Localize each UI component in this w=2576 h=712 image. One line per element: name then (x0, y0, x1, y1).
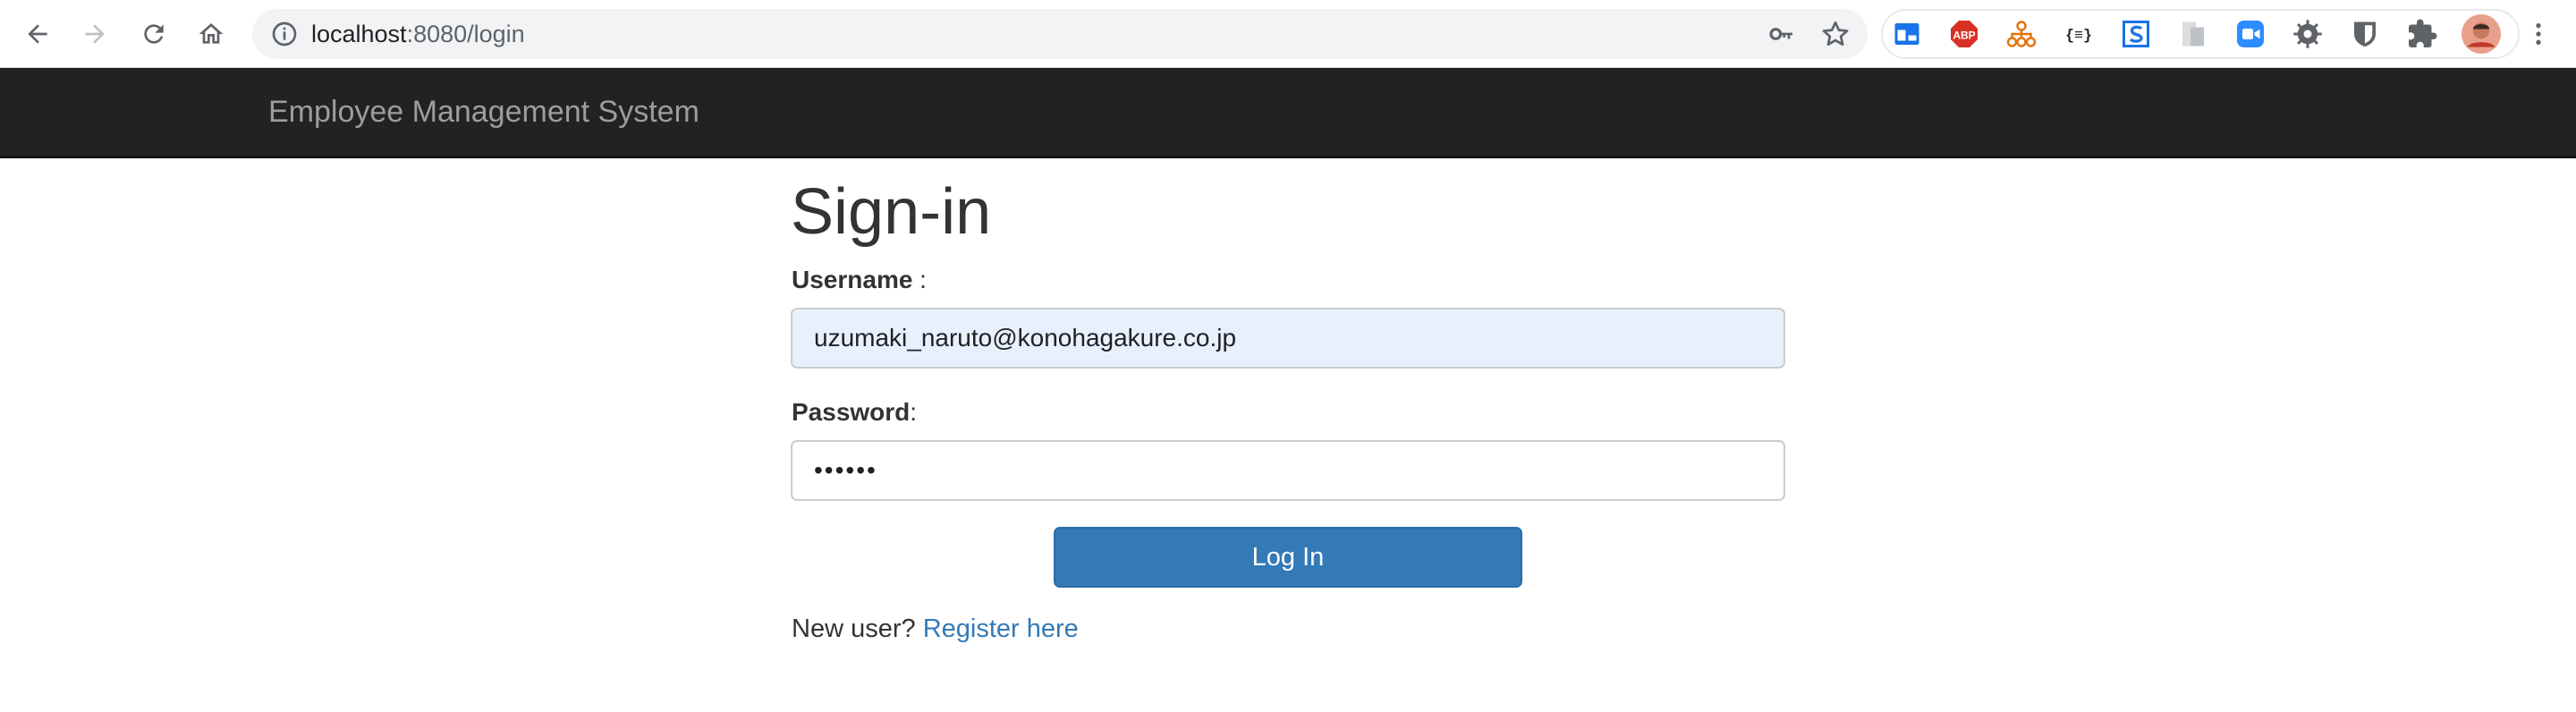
password-label-text: Password (792, 398, 911, 426)
new-user-text: New user? (792, 615, 916, 643)
reload-button[interactable] (134, 14, 174, 54)
clipboard-icon[interactable] (2177, 18, 2209, 50)
register-link[interactable]: Register here (923, 615, 1079, 643)
sitemap-icon[interactable] (2005, 18, 2038, 50)
url-path: :8080/login (406, 21, 525, 47)
forward-arrow-icon (85, 24, 105, 44)
key-icon[interactable] (1767, 20, 1796, 48)
s-extension-icon[interactable] (2120, 18, 2152, 50)
tab-manager-icon[interactable] (1891, 18, 1923, 50)
more-vertical-icon (2536, 23, 2541, 45)
forward-button[interactable] (75, 14, 114, 54)
app-navbar: Employee Management System (0, 68, 2576, 158)
avatar-icon (2462, 14, 2501, 54)
url-host: localhost (311, 21, 407, 47)
address-bar[interactable]: localhost:8080/login (252, 9, 1868, 59)
url-text[interactable]: localhost:8080/login (311, 9, 525, 59)
username-label: Username : (792, 266, 927, 294)
back-button[interactable] (18, 14, 57, 54)
home-icon (199, 23, 224, 44)
profile-avatar[interactable] (2462, 14, 2501, 54)
bookmark-star-icon[interactable] (1819, 18, 1852, 50)
browser-toolbar: localhost:8080/login ABP {≡} (0, 0, 2576, 68)
login-button[interactable]: Log In (1054, 527, 1522, 588)
username-label-colon: : (912, 266, 927, 293)
password-input[interactable] (791, 440, 1785, 501)
page-title: Sign-in (791, 176, 992, 248)
username-label-text: Username (792, 266, 913, 293)
back-arrow-icon (28, 24, 47, 44)
register-prompt: New user? Register here (792, 615, 1079, 644)
zoom-icon[interactable] (2234, 18, 2267, 50)
settings-gear-icon[interactable] (2292, 18, 2324, 50)
adblock-plus-icon[interactable]: ABP (1948, 18, 1980, 50)
bitwarden-icon[interactable] (2349, 18, 2381, 50)
json-viewer-icon[interactable]: {≡} (2063, 18, 2095, 50)
browser-menu-button[interactable] (2521, 16, 2556, 52)
json-label: {≡} (2065, 27, 2092, 44)
password-label-colon: : (910, 398, 918, 426)
site-info-icon[interactable] (270, 20, 299, 48)
reload-icon (144, 24, 164, 44)
abp-label: ABP (1953, 29, 1975, 41)
username-input[interactable] (791, 308, 1785, 369)
navbar-brand-link[interactable]: Employee Management System (268, 68, 699, 157)
password-label: Password: (792, 398, 917, 427)
puzzle-icon[interactable] (2406, 18, 2438, 50)
home-button[interactable] (191, 14, 231, 54)
